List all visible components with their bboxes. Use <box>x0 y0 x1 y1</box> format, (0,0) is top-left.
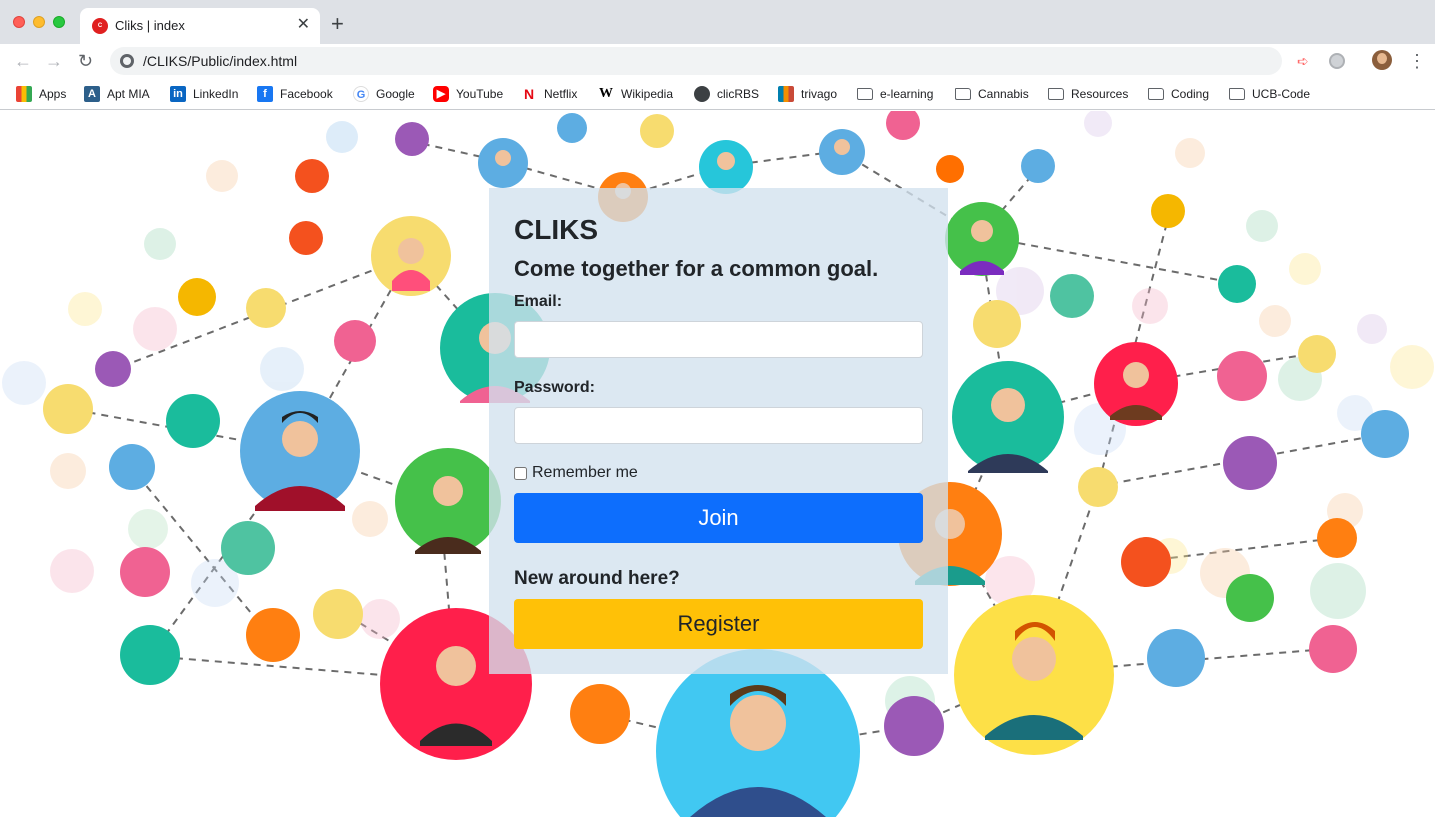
netflix-icon: N <box>521 86 537 102</box>
bookmark-folder-coding[interactable]: Coding <box>1148 84 1209 104</box>
password-field[interactable] <box>514 407 923 444</box>
close-window-button[interactable] <box>13 16 25 28</box>
email-label: Email: <box>514 293 563 310</box>
email-field[interactable] <box>514 321 923 358</box>
bookmarks-bar: Apps A Apt MIA in LinkedIn f Facebook G Goog… <box>0 78 1435 110</box>
bookmark-label: Apt MIA <box>107 87 150 101</box>
maximize-window-button[interactable] <box>53 16 65 28</box>
password-label: Password: <box>514 379 595 396</box>
bookmark-google[interactable]: G Google <box>353 84 415 104</box>
remember-me-row: Remember me <box>514 464 638 482</box>
bookmark-label: Cannabis <box>978 87 1029 101</box>
minimize-window-button[interactable] <box>33 16 45 28</box>
remember-me-label[interactable]: Remember me <box>532 464 638 482</box>
page-content: CLIKS Come together for a common goal. E… <box>0 111 1435 817</box>
tagline: Come together for a common goal. <box>514 256 879 281</box>
cast-extension-icon[interactable]: ➪ <box>1297 53 1313 69</box>
profile-avatar[interactable] <box>1372 50 1392 70</box>
remember-me-checkbox[interactable] <box>514 466 527 480</box>
globe-icon <box>694 86 710 102</box>
join-button[interactable]: Join <box>514 493 923 543</box>
bookmark-label: Facebook <box>280 87 333 101</box>
bookmark-apps[interactable]: Apps <box>16 84 66 104</box>
bookmark-trivago[interactable]: trivago <box>778 84 837 104</box>
bookmark-label: Resources <box>1071 87 1129 101</box>
browser-tab-active[interactable]: C Cliks | index ✕ <box>80 8 320 44</box>
bookmark-linkedin[interactable]: in LinkedIn <box>170 84 238 104</box>
facebook-icon: f <box>257 86 273 102</box>
new-tab-button[interactable]: + <box>331 12 344 36</box>
apt-mia-icon: A <box>84 86 100 102</box>
bookmark-label: Apps <box>39 87 67 101</box>
browser-menu-icon[interactable]: ⋮ <box>1408 50 1426 72</box>
address-bar[interactable]: /CLIKS/Public/index.html <box>110 47 1282 75</box>
new-around-here-text: New around here? <box>514 568 680 589</box>
brand-title: CLIKS <box>514 214 598 245</box>
bookmark-label: YouTube <box>456 87 504 101</box>
cliks-favicon-icon: C <box>92 18 108 34</box>
folder-icon <box>857 88 873 100</box>
bookmark-netflix[interactable]: N Netflix <box>521 84 577 104</box>
youtube-icon: ▶ <box>433 86 449 102</box>
folder-icon <box>1229 88 1245 100</box>
folder-icon <box>1148 88 1164 100</box>
bookmark-facebook[interactable]: f Facebook <box>257 84 333 104</box>
trivago-icon <box>778 86 794 102</box>
bookmark-label: trivago <box>801 87 838 101</box>
forward-arrow-icon[interactable]: → <box>45 50 63 72</box>
bookmark-folder-e-learning[interactable]: e-learning <box>857 84 933 104</box>
bookmark-wikipedia[interactable]: W Wikipedia <box>598 84 673 104</box>
bookmark-apt-mia[interactable]: A Apt MIA <box>84 84 150 104</box>
bookmark-youtube[interactable]: ▶ YouTube <box>433 84 503 104</box>
register-button[interactable]: Register <box>514 599 923 649</box>
site-info-icon[interactable] <box>120 54 134 68</box>
bookmark-label: Wikipedia <box>621 87 674 101</box>
linkedin-icon: in <box>170 86 186 102</box>
tab-close-icon[interactable]: ✕ <box>297 16 310 34</box>
login-panel: CLIKS Come together for a common goal. E… <box>489 188 948 674</box>
folder-icon <box>1048 88 1064 100</box>
bookmark-label: e-learning <box>880 87 934 101</box>
reload-icon[interactable]: ↻ <box>78 50 93 72</box>
google-icon: G <box>353 86 369 102</box>
url-text[interactable]: /CLIKS/Public/index.html <box>143 53 297 69</box>
browser-toolbar: ← → ↻ /CLIKS/Public/index.html ➪ ⋮ <box>0 44 1435 78</box>
folder-icon <box>955 88 971 100</box>
apps-grid-icon <box>16 86 32 102</box>
back-arrow-icon[interactable]: ← <box>14 50 32 72</box>
bookmark-label: Coding <box>1171 87 1210 101</box>
tab-title: Cliks | index <box>115 18 185 33</box>
bookmark-folder-ucb-code[interactable]: UCB-Code <box>1229 84 1310 104</box>
bookmark-label: Google <box>376 87 415 101</box>
browser-titlebar: C Cliks | index ✕ + <box>0 0 1435 44</box>
bookmark-label: UCB-Code <box>1252 87 1311 101</box>
bookmark-folder-resources[interactable]: Resources <box>1048 84 1128 104</box>
bookmark-clicrbs[interactable]: clicRBS <box>694 84 759 104</box>
bookmark-folder-cannabis[interactable]: Cannabis <box>955 84 1029 104</box>
bookmark-label: clicRBS <box>717 87 760 101</box>
bookmark-label: LinkedIn <box>193 87 239 101</box>
extension-icon[interactable] <box>1329 53 1345 69</box>
wikipedia-icon: W <box>598 86 614 102</box>
bookmark-label: Netflix <box>544 87 578 101</box>
